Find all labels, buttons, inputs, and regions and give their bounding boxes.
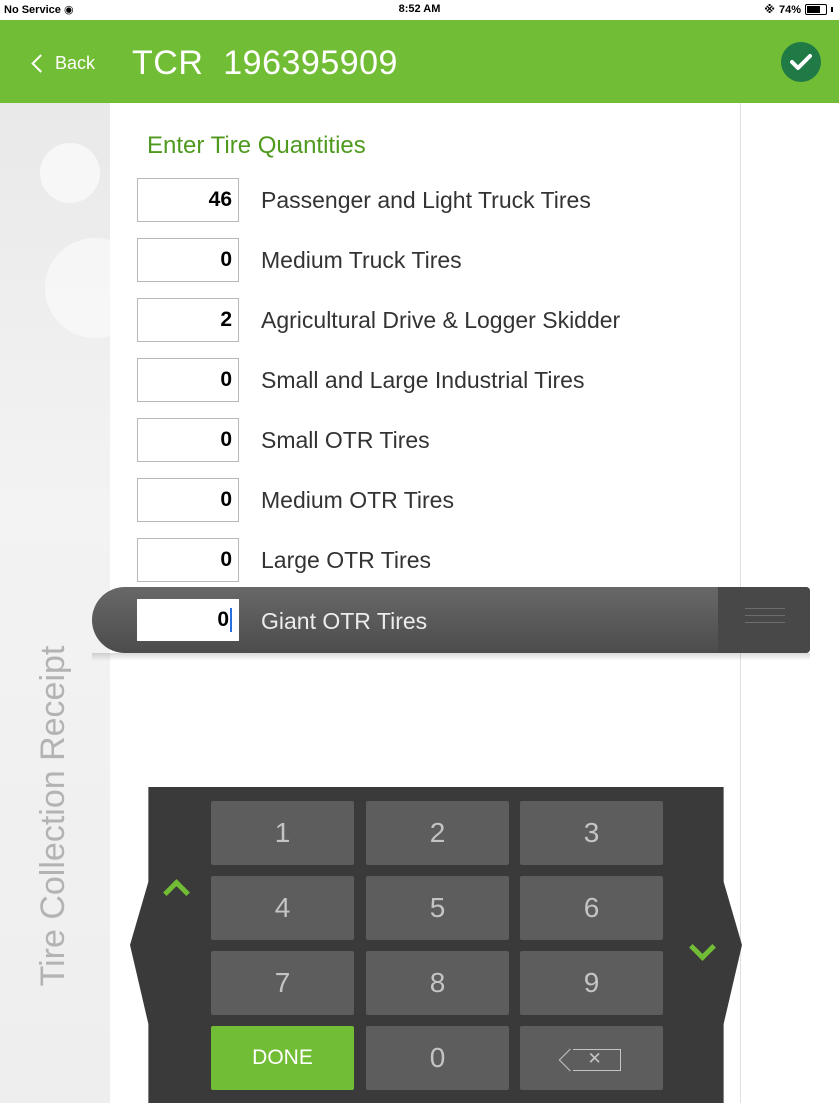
decorative-bubble bbox=[40, 143, 100, 203]
active-quantity-field[interactable]: 0 bbox=[137, 599, 239, 641]
back-label: Back bbox=[55, 53, 96, 73]
time-label: 8:52 AM bbox=[398, 3, 441, 15]
quantity-field[interactable]: 46 bbox=[137, 178, 239, 222]
previous-field-arrow-icon[interactable] bbox=[159, 877, 189, 899]
active-tire-type-label: Giant OTR Tires bbox=[261, 608, 428, 634]
tire-type-label: Small OTR Tires bbox=[261, 427, 430, 453]
confirm-button[interactable] bbox=[781, 42, 821, 82]
tire-type-label: Medium OTR Tires bbox=[261, 487, 454, 513]
active-quantity-value: 0 bbox=[217, 608, 229, 631]
quantity-field[interactable]: 0 bbox=[137, 418, 239, 462]
tire-type-label: Agricultural Drive & Logger Skidder bbox=[261, 307, 621, 333]
key-3[interactable]: 3 bbox=[520, 801, 663, 865]
bluetooth-icon: ※ bbox=[764, 4, 775, 16]
backspace-icon: ✕ bbox=[572, 1048, 621, 1071]
key-9[interactable]: 9 bbox=[520, 951, 663, 1015]
back-button[interactable]: Back bbox=[31, 53, 96, 74]
tire-type-label: Large OTR Tires bbox=[261, 547, 431, 573]
sidebar-title: Tire Collection Receipt bbox=[34, 645, 72, 987]
page-title: TCR 196395909 bbox=[132, 44, 398, 82]
key-2[interactable]: 2 bbox=[366, 801, 509, 865]
battery-tip bbox=[831, 7, 833, 12]
text-cursor bbox=[230, 608, 232, 633]
key-4[interactable]: 4 bbox=[211, 876, 354, 940]
decorative-bubble bbox=[45, 238, 145, 338]
quantity-field[interactable]: 0 bbox=[137, 538, 239, 582]
quantity-field[interactable]: 0 bbox=[137, 478, 239, 522]
quantity-field[interactable]: 0 bbox=[137, 238, 239, 282]
status-bar: No Service ◉ 8:52 AM ※ 74% bbox=[0, 0, 839, 20]
section-title: Enter Tire Quantities bbox=[147, 132, 366, 159]
drag-handle-icon[interactable] bbox=[745, 608, 785, 630]
battery-percent: 74% bbox=[778, 3, 801, 16]
key-1[interactable]: 1 bbox=[211, 801, 354, 865]
key-6[interactable]: 6 bbox=[520, 876, 663, 940]
tire-type-label: Small and Large Industrial Tires bbox=[261, 367, 585, 393]
key-7[interactable]: 7 bbox=[211, 951, 354, 1015]
key-0[interactable]: 0 bbox=[366, 1026, 509, 1090]
tire-type-label: Medium Truck Tires bbox=[261, 247, 462, 273]
quantity-field[interactable]: 2 bbox=[137, 298, 239, 342]
done-button[interactable]: DONE bbox=[211, 1026, 354, 1090]
quantity-field[interactable]: 0 bbox=[137, 358, 239, 402]
nav-bar: Back TCR 196395909 bbox=[0, 20, 839, 103]
next-field-arrow-icon[interactable] bbox=[685, 940, 715, 962]
checkmark-icon bbox=[790, 54, 812, 70]
key-8[interactable]: 8 bbox=[366, 951, 509, 1015]
battery-icon bbox=[805, 4, 827, 15]
key-5[interactable]: 5 bbox=[366, 876, 509, 940]
backspace-button[interactable]: ✕ bbox=[520, 1026, 663, 1090]
sidebar: Tire Collection Receipt bbox=[0, 103, 145, 1103]
tire-type-label: Passenger and Light Truck Tires bbox=[261, 187, 591, 213]
battery-area: ※ 74% bbox=[764, 3, 833, 16]
chevron-left-icon bbox=[31, 54, 50, 73]
